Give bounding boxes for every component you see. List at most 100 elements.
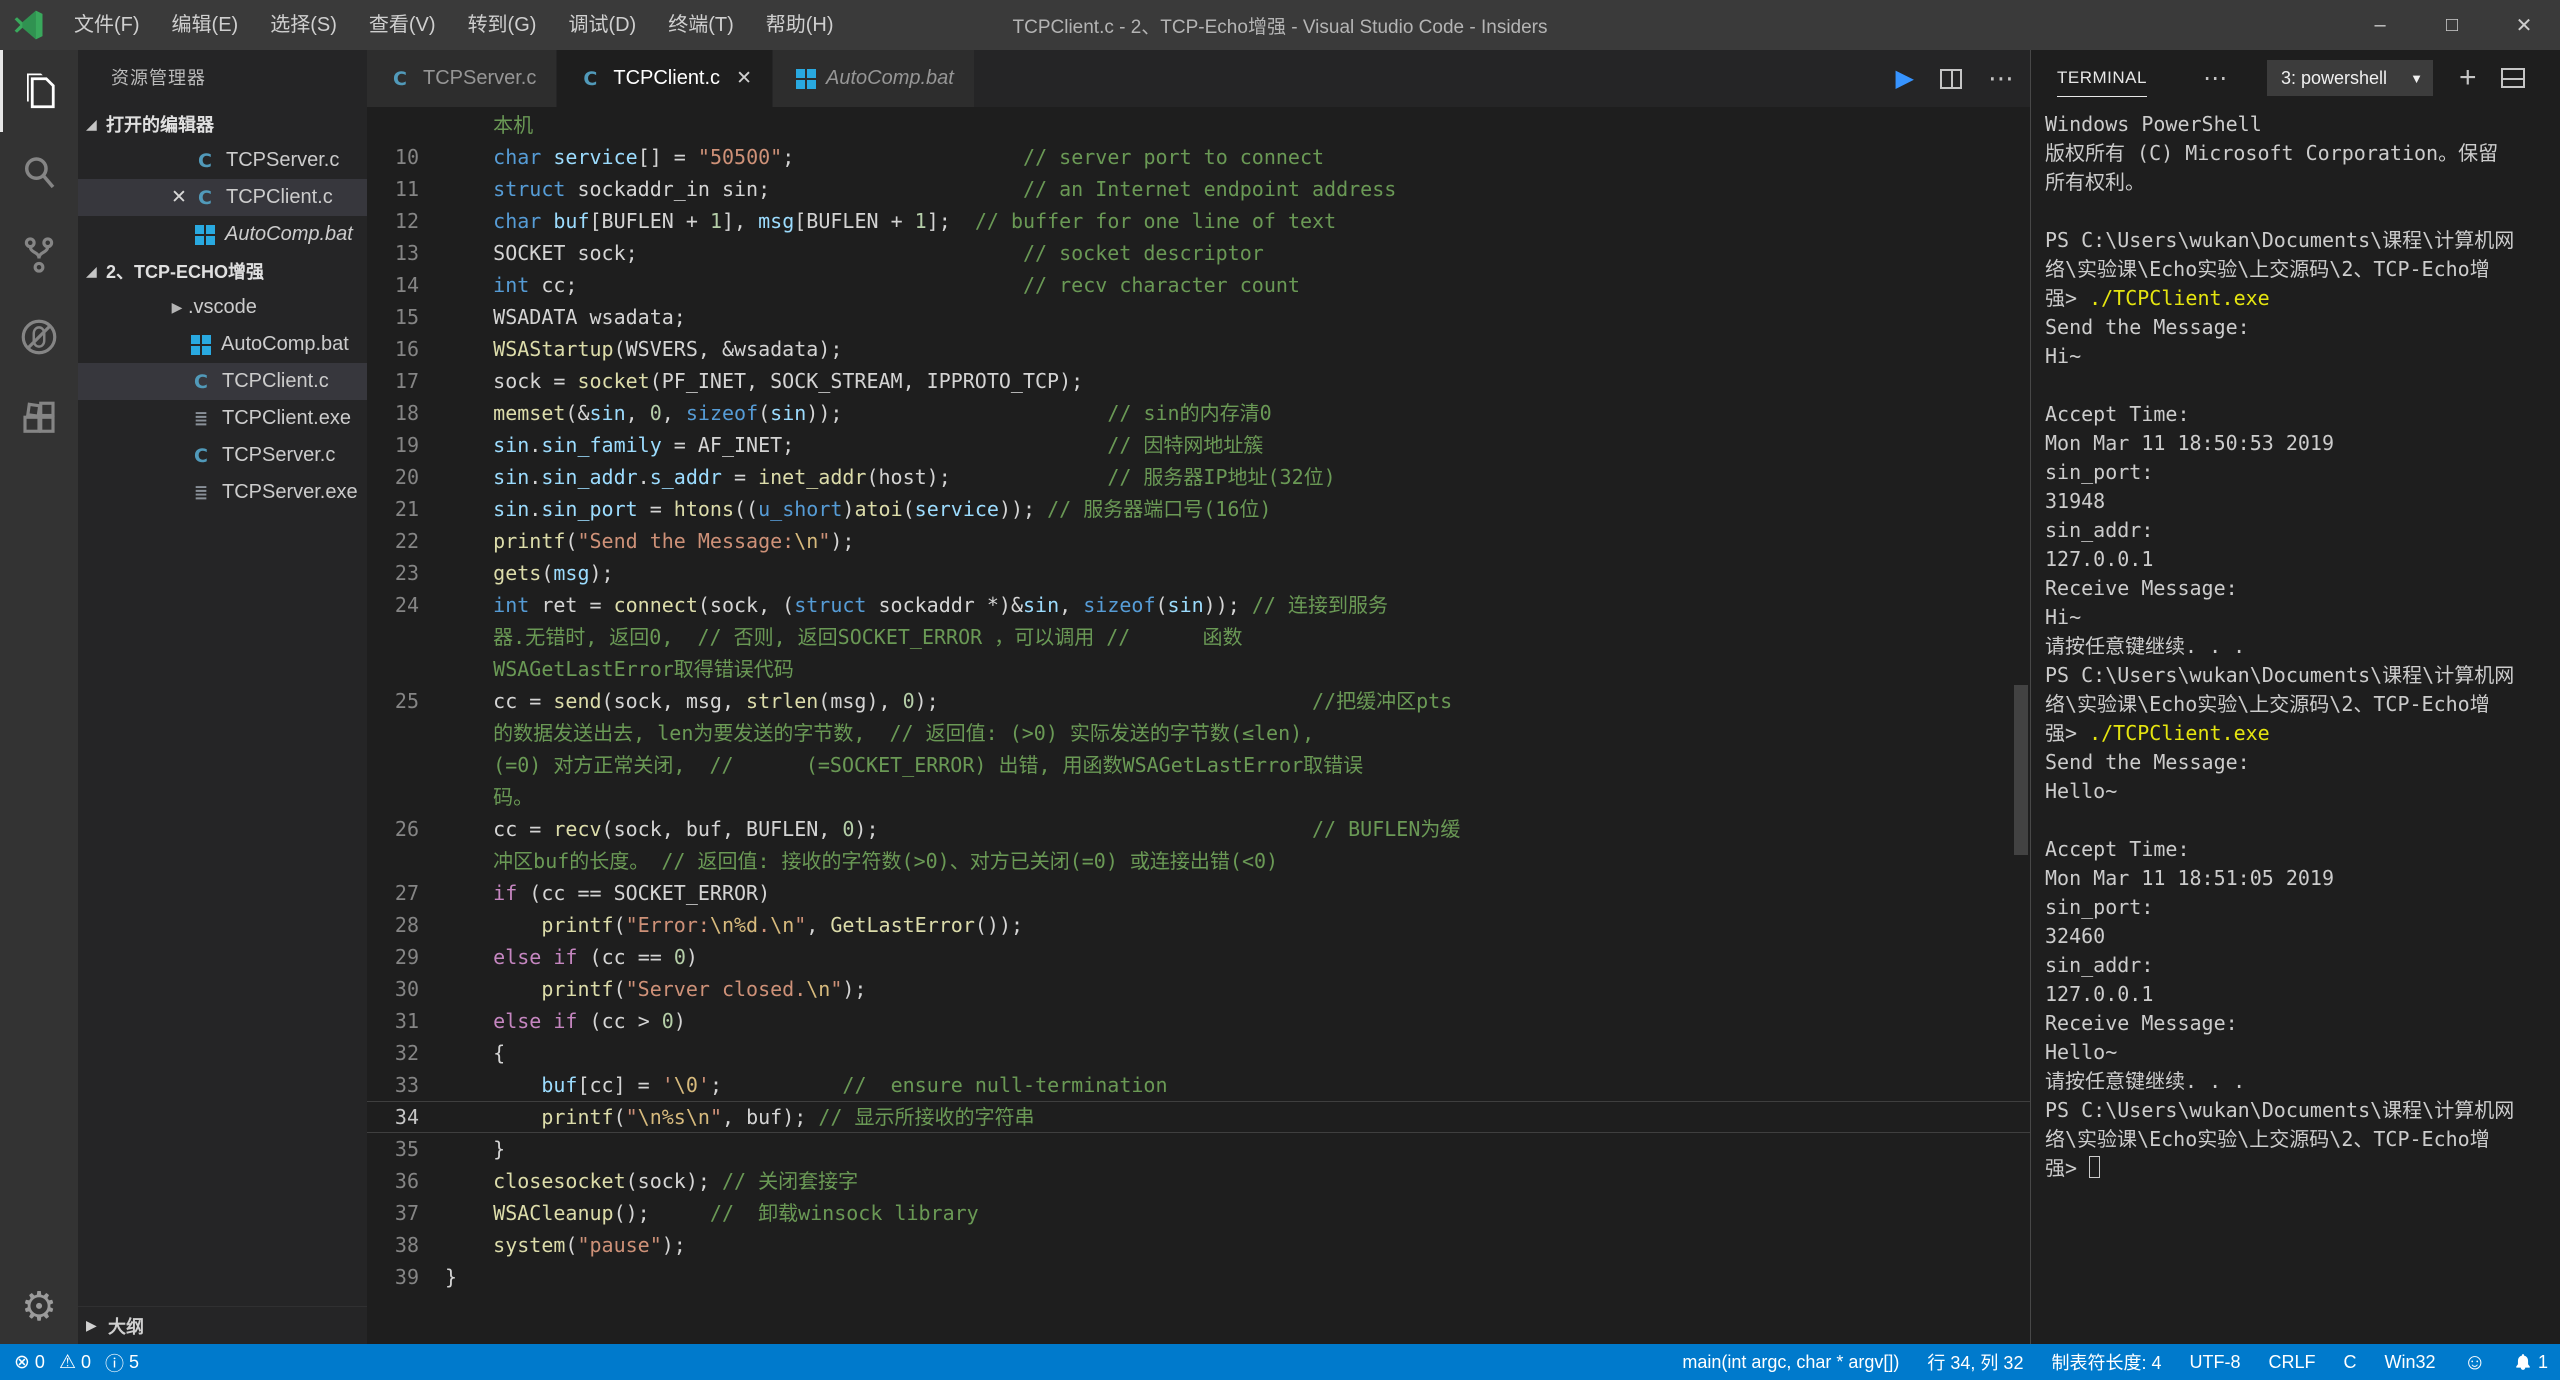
more-actions-icon[interactable]: ⋯: [1988, 63, 2016, 94]
menu-item[interactable]: 查看(V): [353, 0, 452, 50]
code-line[interactable]: 39}: [367, 1261, 2030, 1293]
menu-item[interactable]: 选择(S): [254, 0, 353, 50]
code-line[interactable]: 21 sin.sin_port = htons((u_short)atoi(se…: [367, 493, 2030, 525]
code-line[interactable]: 16 WSAStartup(WSVERS, &wsadata);: [367, 333, 2030, 365]
status-count: 0: [35, 1352, 45, 1373]
run-button[interactable]: ▶: [1896, 64, 1914, 93]
code-line[interactable]: 18 memset(&sin, 0, sizeof(sin)); // sin的…: [367, 397, 2030, 429]
code-line[interactable]: (=0) 对方正常关闭, // (=SOCKET_ERROR) 出错, 用函数W…: [367, 749, 2030, 781]
code-line[interactable]: 26 cc = recv(sock, buf, BUFLEN, 0); // B…: [367, 813, 2030, 845]
tree-item[interactable]: AutoComp.bat: [78, 326, 367, 363]
feedback-smiley-icon[interactable]: ☺: [2464, 1349, 2486, 1375]
status-info-icon[interactable]: ⓘ5: [105, 1349, 139, 1376]
close-icon[interactable]: ✕: [736, 67, 752, 90]
code-line[interactable]: 10 char service[] = "50500"; // server p…: [367, 141, 2030, 173]
code-line[interactable]: 11 struct sockaddr_in sin; // an Interne…: [367, 173, 2030, 205]
code-line[interactable]: 17 sock = socket(PF_INET, SOCK_STREAM, I…: [367, 365, 2030, 397]
menu-item[interactable]: 调试(D): [552, 0, 652, 50]
new-terminal-icon[interactable]: +: [2459, 63, 2477, 93]
code-line[interactable]: 15 WSADATA wsadata;: [367, 301, 2030, 333]
code-line[interactable]: 23 gets(msg);: [367, 557, 2030, 589]
notifications-bell[interactable]: 1: [2514, 1352, 2548, 1373]
code-line[interactable]: 本机: [367, 109, 2030, 141]
tab-tcpclient-c[interactable]: CTCPClient.c✕: [557, 50, 772, 107]
code-line[interactable]: 19 sin.sin_family = AF_INET; // 因特网地址簇: [367, 429, 2030, 461]
tree-item[interactable]: ≣TCPServer.exe: [78, 474, 367, 511]
status-warning-icon[interactable]: ⚠0: [59, 1351, 91, 1374]
terminal-select[interactable]: 3: powershell ▼: [2267, 60, 2433, 96]
code-line[interactable]: 29 else if (cc == 0): [367, 941, 2030, 973]
tree-item[interactable]: CTCPServer.c: [78, 437, 367, 474]
menu-item[interactable]: 终端(T): [652, 0, 750, 50]
code-line[interactable]: 的数据发送出去, len为要发送的字节数, // 返回值: (>0) 实际发送的…: [367, 717, 2030, 749]
status-language[interactable]: C: [2343, 1352, 2356, 1373]
code-editor[interactable]: 本机10 char service[] = "50500"; // server…: [367, 107, 2030, 1344]
menu-item[interactable]: 帮助(H): [750, 0, 850, 50]
code-line[interactable]: 27 if (cc == SOCKET_ERROR): [367, 877, 2030, 909]
chevron-right-icon: ▶: [86, 1317, 108, 1334]
minimize-icon[interactable]: –: [2344, 0, 2416, 50]
explorer-icon[interactable]: [0, 50, 78, 132]
folder-section-header[interactable]: ◢ 2、TCP-ECHO增强: [78, 253, 367, 289]
terminal-output[interactable]: Windows PowerShell版权所有 (C) Microsoft Cor…: [2031, 106, 2560, 1344]
menu-item[interactable]: 编辑(E): [156, 0, 255, 50]
debug-icon[interactable]: [0, 296, 78, 378]
tree-item[interactable]: CTCPClient.c: [78, 363, 367, 400]
line-number: [367, 781, 419, 813]
code-line[interactable]: WSAGetLastError取得错误代码: [367, 653, 2030, 685]
code-line[interactable]: 12 char buf[BUFLEN + 1], msg[BUFLEN + 1]…: [367, 205, 2030, 237]
line-number: 15: [367, 301, 419, 333]
open-editors-header[interactable]: ◢ 打开的编辑器: [78, 106, 367, 142]
menu-item[interactable]: 文件(F): [58, 0, 156, 50]
gear-icon[interactable]: ⚙: [21, 1284, 57, 1330]
status-tab-size[interactable]: 制表符长度: 4: [2051, 1349, 2161, 1375]
code-line[interactable]: 32 {: [367, 1037, 2030, 1069]
code-line[interactable]: 31 else if (cc > 0): [367, 1005, 2030, 1037]
editor-scrollbar[interactable]: [2014, 685, 2028, 855]
code-line[interactable]: 38 system("pause");: [367, 1229, 2030, 1261]
status-error-icon[interactable]: ⊗0: [14, 1351, 45, 1374]
maximize-icon[interactable]: □: [2416, 0, 2488, 50]
code-line[interactable]: 35 }: [367, 1133, 2030, 1165]
code-line[interactable]: 14 int cc; // recv character count: [367, 269, 2030, 301]
code-line[interactable]: 34 printf("\n%s\n", buf); // 显示所接收的字符串: [367, 1101, 2030, 1133]
code-line[interactable]: 25 cc = send(sock, msg, strlen(msg), 0);…: [367, 685, 2030, 717]
code-line[interactable]: 36 closesocket(sock); // 关闭套接字: [367, 1165, 2030, 1197]
tree-item[interactable]: ▶.vscode: [78, 289, 367, 326]
status-eol[interactable]: CRLF: [2268, 1352, 2315, 1373]
terminal-line: Mon Mar 11 18:51:05 2019: [2045, 864, 2560, 893]
code-line[interactable]: 24 int ret = connect(sock, (struct socka…: [367, 589, 2030, 621]
tab-autocomp-bat[interactable]: AutoComp.bat: [773, 50, 974, 107]
open-editor-item[interactable]: ✕CTCPClient.c: [78, 179, 367, 216]
open-editor-item[interactable]: CTCPServer.c: [78, 142, 367, 179]
source-control-icon[interactable]: [0, 214, 78, 296]
close-icon[interactable]: ✕: [166, 186, 192, 209]
code-line[interactable]: 28 printf("Error:\n%d.\n", GetLastError(…: [367, 909, 2030, 941]
status-cursor-position[interactable]: 行 34, 列 32: [1927, 1349, 2023, 1375]
extensions-icon[interactable]: [0, 378, 78, 460]
status-symbol[interactable]: main(int argc, char * argv[]): [1682, 1352, 1899, 1373]
tab-tcpserver-c[interactable]: CTCPServer.c: [367, 50, 556, 107]
outline-section-header[interactable]: ▶ 大纲: [78, 1306, 367, 1344]
status-encoding[interactable]: UTF-8: [2189, 1352, 2240, 1373]
line-number: 32: [367, 1037, 419, 1069]
search-icon[interactable]: [0, 132, 78, 214]
split-editor-icon[interactable]: [1940, 69, 1962, 89]
terminal-more-actions-icon[interactable]: ⋯: [2203, 64, 2227, 93]
open-editor-item[interactable]: AutoComp.bat: [78, 216, 367, 253]
code-line[interactable]: 码。: [367, 781, 2030, 813]
tree-item[interactable]: ≣TCPClient.exe: [78, 400, 367, 437]
status-platform[interactable]: Win32: [2384, 1352, 2435, 1373]
code-line[interactable]: 22 printf("Send the Message:\n");: [367, 525, 2030, 557]
code-line[interactable]: 器.无错时, 返回0, // 否则, 返回SOCKET_ERROR ，可以调用 …: [367, 621, 2030, 653]
code-line[interactable]: 30 printf("Server closed.\n");: [367, 973, 2030, 1005]
code-line[interactable]: 13 SOCKET sock; // socket descriptor: [367, 237, 2030, 269]
close-icon[interactable]: ✕: [2488, 0, 2560, 50]
code-line[interactable]: 37 WSACleanup(); // 卸载winsock library: [367, 1197, 2030, 1229]
code-line[interactable]: 冲区buf的长度。 // 返回值: 接收的字符数(>0)、对方已关闭(=0) 或…: [367, 845, 2030, 877]
split-terminal-icon[interactable]: [2501, 68, 2525, 88]
code-line[interactable]: 20 sin.sin_addr.s_addr = inet_addr(host)…: [367, 461, 2030, 493]
menu-item[interactable]: 转到(G): [452, 0, 553, 50]
terminal-tab[interactable]: TERMINAL: [2057, 68, 2147, 97]
code-line[interactable]: 33 buf[cc] = '\0'; // ensure null-termin…: [367, 1069, 2030, 1101]
